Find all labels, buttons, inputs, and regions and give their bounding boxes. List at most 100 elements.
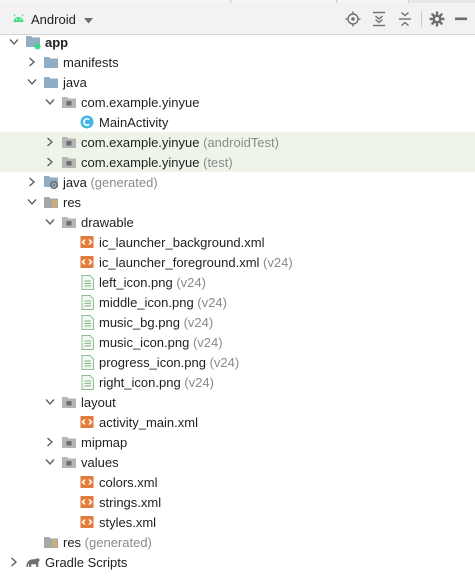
- chevron-down-icon[interactable]: [44, 96, 56, 108]
- chevron-down-icon[interactable]: [26, 196, 38, 208]
- hide-icon[interactable]: [452, 10, 470, 28]
- tree-label-text: music_icon.png: [99, 334, 190, 350]
- tree-label: layout: [81, 395, 116, 410]
- tree-label: res (generated): [63, 535, 152, 550]
- tree-row[interactable]: res: [0, 192, 475, 212]
- tree-label: colors.xml: [99, 475, 158, 490]
- chevron-right-icon[interactable]: [44, 136, 56, 148]
- image-file-icon: [79, 374, 95, 390]
- chevron-down-icon[interactable]: [44, 396, 56, 408]
- image-file-icon: [79, 334, 95, 350]
- tree-label-text: app: [45, 34, 69, 50]
- tree-label: mipmap: [81, 435, 127, 450]
- tree-row[interactable]: com.example.yinyue: [0, 92, 475, 112]
- tree-row[interactable]: strings.xml: [0, 492, 475, 512]
- tree-label-text: com.example.yinyue: [81, 154, 200, 170]
- tree-row[interactable]: drawable: [0, 212, 475, 232]
- tree-row[interactable]: right_icon.png (v24): [0, 372, 475, 392]
- tree-row[interactable]: activity_main.xml: [0, 412, 475, 432]
- chevron-right-icon[interactable]: [8, 556, 20, 568]
- tree-row[interactable]: colors.xml: [0, 472, 475, 492]
- tree-row[interactable]: styles.xml: [0, 512, 475, 532]
- tree-label-text: right_icon.png: [99, 374, 181, 390]
- tree-label: left_icon.png (v24): [99, 275, 206, 290]
- xml-file-icon: [79, 234, 95, 250]
- tree-row[interactable]: app: [0, 32, 475, 52]
- tree-label-hint: (androidTest): [199, 134, 279, 150]
- tree-row[interactable]: Gradle Scripts: [0, 552, 475, 572]
- tree-row[interactable]: ic_launcher_background.xml: [0, 232, 475, 252]
- tree-label: java: [63, 75, 87, 90]
- project-tree: app manifests java com.example.yinyue MainAc…: [0, 32, 475, 578]
- tree-label-text: music_bg.png: [99, 314, 180, 330]
- tree-label-text: java: [63, 174, 87, 190]
- tree-label-text: strings.xml: [99, 494, 162, 510]
- folder-icon: [43, 74, 59, 90]
- tree-row[interactable]: java: [0, 72, 475, 92]
- tree-label-hint: (v24): [172, 274, 206, 290]
- tree-label-hint: (test): [199, 154, 233, 170]
- tree-row[interactable]: com.example.yinyue (test): [0, 152, 475, 172]
- tree-label-text: left_icon.png: [99, 274, 173, 290]
- locate-icon[interactable]: [344, 10, 362, 28]
- tree-label-text: res: [63, 194, 82, 210]
- tree-label: right_icon.png (v24): [99, 375, 214, 390]
- tree-label: music_icon.png (v24): [99, 335, 223, 350]
- tree-row[interactable]: layout: [0, 392, 475, 412]
- generated-folder-icon: [43, 174, 59, 190]
- chevron-right-icon[interactable]: [26, 176, 38, 188]
- tree-label-text: colors.xml: [99, 474, 158, 490]
- tree-label: values: [81, 455, 119, 470]
- chevron-right-icon[interactable]: [44, 436, 56, 448]
- tree-label: music_bg.png (v24): [99, 315, 213, 330]
- tree-row[interactable]: res (generated): [0, 532, 475, 552]
- tree-label-text: ic_launcher_background.xml: [99, 234, 265, 250]
- collapse-all-icon[interactable]: [396, 10, 414, 28]
- xml-file-icon: [79, 254, 95, 270]
- tree-label-text: styles.xml: [99, 514, 157, 530]
- tree-label: com.example.yinyue: [81, 95, 200, 110]
- chevron-down-icon[interactable]: [44, 456, 56, 468]
- project-view-label: Android: [31, 11, 76, 27]
- tree-row[interactable]: middle_icon.png (v24): [0, 292, 475, 312]
- tree-label-hint: (generated): [86, 174, 158, 190]
- tree-label-text: progress_icon.png: [99, 354, 206, 370]
- gradle-icon: [25, 554, 41, 570]
- tree-row[interactable]: java (generated): [0, 172, 475, 192]
- tree-label-hint: (v24): [259, 254, 293, 270]
- tree-row[interactable]: values: [0, 452, 475, 472]
- package-icon: [61, 94, 77, 110]
- tree-label-text: com.example.yinyue: [81, 134, 200, 150]
- image-file-icon: [79, 314, 95, 330]
- package-icon: [61, 154, 77, 170]
- chevron-down-icon[interactable]: [44, 216, 56, 228]
- tree-label-hint: (v24): [193, 294, 227, 310]
- project-toolbar: Android: [0, 3, 475, 35]
- tree-row[interactable]: manifests: [0, 52, 475, 72]
- tree-label: app: [45, 35, 68, 50]
- tree-row[interactable]: music_icon.png (v24): [0, 332, 475, 352]
- tree-label-hint: (v24): [189, 334, 223, 350]
- xml-file-icon: [79, 494, 95, 510]
- tree-label-text: activity_main.xml: [99, 414, 198, 430]
- tree-label-text: values: [81, 454, 119, 470]
- chevron-down-icon[interactable]: [26, 76, 38, 88]
- tree-row[interactable]: progress_icon.png (v24): [0, 352, 475, 372]
- tree-row[interactable]: left_icon.png (v24): [0, 272, 475, 292]
- project-view-selector[interactable]: Android: [12, 9, 93, 29]
- chevron-right-icon[interactable]: [44, 156, 56, 168]
- tree-row[interactable]: music_bg.png (v24): [0, 312, 475, 332]
- tree-label-text: manifests: [63, 54, 119, 70]
- tree-label: styles.xml: [99, 515, 156, 530]
- expand-all-icon[interactable]: [370, 10, 388, 28]
- package-icon: [61, 214, 77, 230]
- tree-row[interactable]: mipmap: [0, 432, 475, 452]
- chevron-right-icon[interactable]: [26, 56, 38, 68]
- tree-row[interactable]: MainActivity: [0, 112, 475, 132]
- tree-row[interactable]: com.example.yinyue (androidTest): [0, 132, 475, 152]
- chevron-down-icon[interactable]: [8, 36, 20, 48]
- res-folder-icon: [43, 534, 59, 550]
- gear-icon[interactable]: [428, 10, 446, 28]
- tree-row[interactable]: ic_launcher_foreground.xml (v24): [0, 252, 475, 272]
- tree-label-text: MainActivity: [99, 114, 169, 130]
